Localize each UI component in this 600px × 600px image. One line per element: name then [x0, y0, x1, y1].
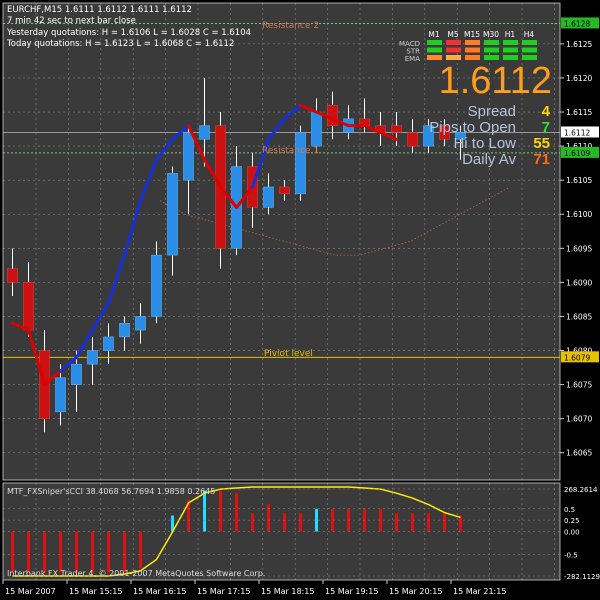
time-tick-label: 15 Mar 21:15 — [453, 587, 506, 596]
bear-candle — [7, 268, 18, 283]
bull-candle — [199, 125, 210, 140]
price-label: 1.6109 — [564, 149, 590, 158]
bull-candle — [55, 377, 66, 413]
panel-label: Spread — [467, 103, 516, 120]
bear-candle — [279, 186, 290, 195]
timeframe-header: H1 — [505, 30, 516, 39]
resistance-1-label: Resistance 1 — [262, 146, 320, 156]
panel-label: Pips to Open — [429, 119, 516, 136]
signal-cell — [465, 47, 480, 53]
bull-candle — [183, 132, 194, 181]
price-tick-label: 1.6105 — [566, 176, 592, 185]
timeframe-header: M15 — [464, 30, 480, 39]
resistance-2-label: Resistance 2 — [262, 21, 320, 31]
signal-cell — [446, 47, 461, 53]
timeframe-header: M5 — [447, 30, 458, 39]
bull-candle — [151, 254, 162, 317]
bull-candle — [135, 316, 146, 331]
price-tick-label: 1.6100 — [566, 210, 592, 219]
price-tick-label: 1.6065 — [566, 449, 592, 458]
bear-candle — [23, 282, 34, 331]
bull-candle — [295, 132, 306, 195]
pivot-label: Piviot level — [264, 349, 313, 359]
panel-value: 4 — [541, 103, 550, 120]
symbol-line: EURCHF,M15 1.6111 1.6112 1.6111 1.6112 — [7, 5, 192, 15]
price-tick-label: 1.6075 — [566, 381, 592, 390]
price-tick-label: 1.6095 — [566, 244, 592, 253]
yesterday-quotations: Yesterday quotations: H = 1.6106 L = 1.6… — [7, 28, 252, 38]
panel-value: 7 — [541, 119, 550, 136]
indicator-tick-label: 0.5 — [564, 506, 575, 514]
bull-candle — [167, 173, 178, 256]
price-tick-label: 1.6070 — [566, 415, 592, 424]
indicator-tick-label: -282.1129 — [564, 573, 600, 581]
signal-cell — [484, 40, 499, 45]
time-tick-label: 15 Mar 19:15 — [325, 587, 378, 596]
bull-candle — [263, 186, 274, 208]
bull-candle — [71, 363, 82, 385]
signal-cell — [522, 47, 537, 53]
panel-value: 71 — [533, 151, 550, 168]
next-bar-timer: 7 min 42 sec to next bar close — [7, 16, 136, 26]
price-tick-label: 1.6120 — [566, 74, 592, 83]
bull-candle — [119, 323, 130, 338]
indicator-tick-label: 0.00 — [564, 529, 580, 537]
bear-candle — [391, 125, 402, 133]
signal-cell — [465, 40, 480, 45]
timeframe-header: H4 — [524, 30, 535, 39]
price-tick-label: 1.6125 — [566, 40, 592, 49]
time-tick-label: 15 Mar 2007 — [5, 587, 56, 596]
price-tick-label: 1.6090 — [566, 278, 592, 287]
indicator-tick-label: 0.25 — [564, 517, 580, 525]
indicator-panel — [3, 483, 560, 580]
time-tick-label: 15 Mar 17:15 — [197, 587, 250, 596]
today-quotations: Today quotations: H = 1.6123 L = 1.6068 … — [7, 39, 235, 49]
price-tick-label: 1.6085 — [566, 312, 592, 321]
signal-cell — [522, 40, 537, 45]
timeframe-header: M1 — [428, 30, 439, 39]
signal-cell — [484, 47, 499, 53]
panel-value: 55 — [533, 135, 550, 152]
price-label: 1.6112 — [564, 128, 590, 137]
indicator-name: EMA — [405, 55, 420, 63]
time-tick-label: 15 Mar 20:15 — [389, 587, 442, 596]
bull-candle — [103, 336, 114, 351]
panel-label: Hi to Low — [453, 135, 516, 152]
price-tick-label: 1.6115 — [566, 108, 592, 117]
current-price-large: 1.6112 — [438, 60, 552, 102]
bear-candle — [407, 132, 418, 147]
time-tick-label: 15 Mar 15:15 — [69, 587, 122, 596]
time-tick-label: 15 Mar 16:15 — [133, 587, 186, 596]
indicator-tick-label: -0.5 — [564, 551, 578, 559]
signal-cell — [446, 40, 461, 45]
price-label: 1.6128 — [564, 19, 590, 28]
signal-cell — [503, 47, 518, 53]
bull-candle — [87, 350, 98, 365]
indicator-label: MTF_FXSniper'sCCI 38.4068 56.7694 1.9858… — [7, 487, 216, 496]
time-tick-label: 15 Mar 18:15 — [261, 587, 314, 596]
bear-candle — [327, 104, 338, 126]
bull-candle — [311, 111, 322, 147]
price-label: 1.6079 — [564, 353, 590, 362]
signal-cell — [503, 40, 518, 45]
signal-cell — [427, 40, 442, 45]
indicator-tick-label: 268.2614 — [564, 486, 598, 494]
signal-cell — [427, 47, 442, 53]
timeframe-header: M30 — [483, 30, 499, 39]
panel-label: Daily Av — [462, 151, 516, 168]
copyright-text: Interbank FX Trader 4, © 2001-2007 MetaQ… — [7, 569, 266, 578]
